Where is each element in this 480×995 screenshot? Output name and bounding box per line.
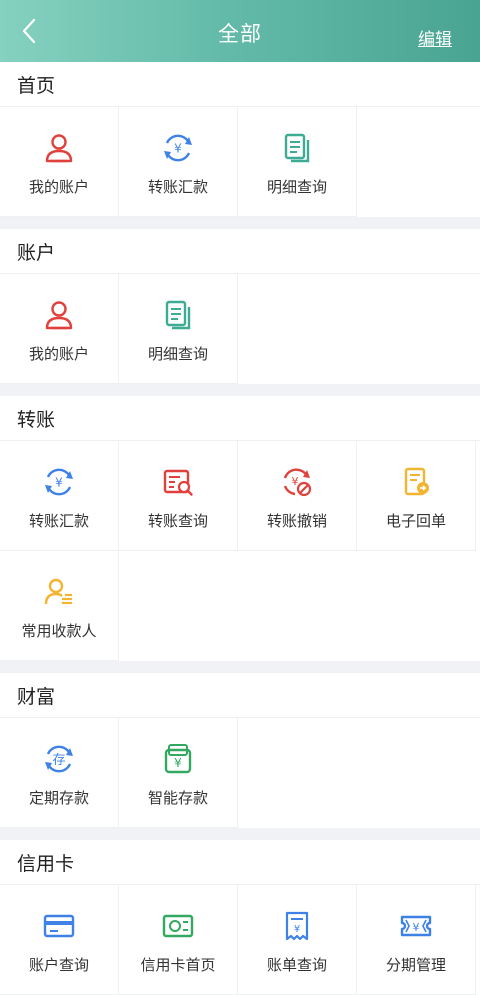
shortcut-item[interactable]: 我的账户 [0, 107, 119, 217]
section: 财富存定期存款 ¥ 智能存款 [0, 673, 480, 828]
top-bar: 全部 编辑 [0, 0, 480, 62]
section-title: 信用卡 [17, 852, 75, 875]
section-divider [0, 828, 480, 840]
section-divider [0, 384, 480, 396]
shortcut-label: 信用卡首页 [140, 956, 216, 974]
transfer-icon: ¥ [42, 465, 76, 499]
shortcut-item[interactable]: ¥ 分期管理 [357, 885, 476, 995]
section-title: 转账 [17, 408, 56, 431]
shortcut-item[interactable]: ¥ 转账汇款 [119, 107, 238, 217]
section: 账户我的账户 明细查询 [0, 229, 480, 384]
shortcut-item[interactable]: ¥ 账单查询 [238, 885, 357, 995]
shortcut-label: 账单查询 [266, 956, 327, 974]
shortcut-item[interactable]: 信用卡首页 [119, 885, 238, 995]
section: 首页我的账户 ¥ 转账汇款 明细查询 [0, 62, 480, 217]
shortcut-label: 分期管理 [385, 956, 446, 974]
shortcut-item[interactable]: ¥ 转账撤销 [238, 441, 357, 551]
payee-icon [42, 575, 76, 609]
card-icon [42, 909, 76, 943]
shortcut-grid: 我的账户 ¥ 转账汇款 明细查询 [0, 106, 480, 217]
edit-button[interactable]: 编辑 [418, 25, 452, 50]
shortcut-grid: ¥ 转账汇款 转账查询 ¥ 转账撤销 电子回单常用收款人 [0, 440, 480, 661]
shortcut-label: 转账撤销 [266, 512, 327, 530]
fixed-deposit-icon: 存 [42, 742, 76, 776]
shortcut-label: 转账汇款 [28, 512, 89, 530]
bill-icon: ¥ [280, 909, 314, 943]
section-title: 财富 [17, 685, 56, 708]
document-icon [280, 131, 314, 165]
page-title: 全部 [218, 22, 262, 46]
shortcut-item[interactable]: 存定期存款 [0, 718, 119, 828]
section-title: 首页 [17, 74, 56, 97]
receipt-icon [399, 465, 433, 499]
shortcut-label: 我的账户 [28, 178, 89, 196]
section: 信用卡账户查询 信用卡首页 ¥ 账单查询 ¥ 分期管理 [0, 840, 480, 995]
shortcut-grid: 存定期存款 ¥ 智能存款 [0, 717, 480, 828]
shortcut-label: 我的账户 [28, 345, 89, 363]
shortcut-label: 明细查询 [266, 178, 327, 196]
user-icon [42, 131, 76, 165]
svg-text:¥: ¥ [55, 476, 63, 490]
shortcut-label: 转账汇款 [147, 178, 208, 196]
shortcut-label: 电子回单 [385, 512, 446, 530]
shortcut-item[interactable]: ¥ 智能存款 [119, 718, 238, 828]
shortcut-label: 常用收款人 [21, 622, 97, 640]
svg-text:¥: ¥ [174, 756, 182, 770]
svg-text:¥: ¥ [292, 475, 299, 488]
shortcut-item[interactable]: 明细查询 [238, 107, 357, 217]
shortcut-label: 明细查询 [147, 345, 208, 363]
shortcut-label: 账户查询 [28, 956, 89, 974]
shortcut-label: 转账查询 [147, 512, 208, 530]
transfer-icon: ¥ [161, 131, 195, 165]
shortcut-item[interactable]: 明细查询 [119, 274, 238, 384]
shortcut-label: 定期存款 [28, 789, 89, 807]
shortcut-item[interactable]: 常用收款人 [0, 551, 119, 661]
menu-content: 首页 我的账户 ¥ 转账汇款 明细查询 账户 我的账户 明细查询 转账 ¥ 转账汇款 转账查询 ¥ 转账撤… [0, 62, 480, 995]
section-divider [0, 661, 480, 673]
user-icon [42, 298, 76, 332]
shortcut-grid: 我的账户 明细查询 [0, 273, 480, 384]
shortcut-item[interactable]: 我的账户 [0, 274, 119, 384]
document-icon [161, 298, 195, 332]
svg-text:¥: ¥ [174, 142, 182, 156]
section-title: 账户 [17, 241, 56, 264]
credit-home-icon [161, 909, 195, 943]
svg-text:¥: ¥ [413, 921, 420, 934]
transfer-cancel-icon: ¥ [280, 465, 314, 499]
installment-icon: ¥ [399, 909, 433, 943]
shortcut-item[interactable]: 电子回单 [357, 441, 476, 551]
shortcut-label: 智能存款 [147, 789, 208, 807]
shortcut-item[interactable]: 账户查询 [0, 885, 119, 995]
transfer-query-icon [161, 465, 195, 499]
section: 转账 ¥ 转账汇款 转账查询 ¥ 转账撤销 电子回单常用收款人 [0, 396, 480, 661]
smart-deposit-icon: ¥ [161, 742, 195, 776]
shortcut-grid: 账户查询 信用卡首页 ¥ 账单查询 ¥ 分期管理 [0, 884, 480, 995]
svg-text:¥: ¥ [294, 924, 300, 935]
section-divider [0, 217, 480, 229]
shortcut-item[interactable]: 转账查询 [119, 441, 238, 551]
svg-text:存: 存 [52, 753, 65, 768]
shortcut-item[interactable]: ¥ 转账汇款 [0, 441, 119, 551]
